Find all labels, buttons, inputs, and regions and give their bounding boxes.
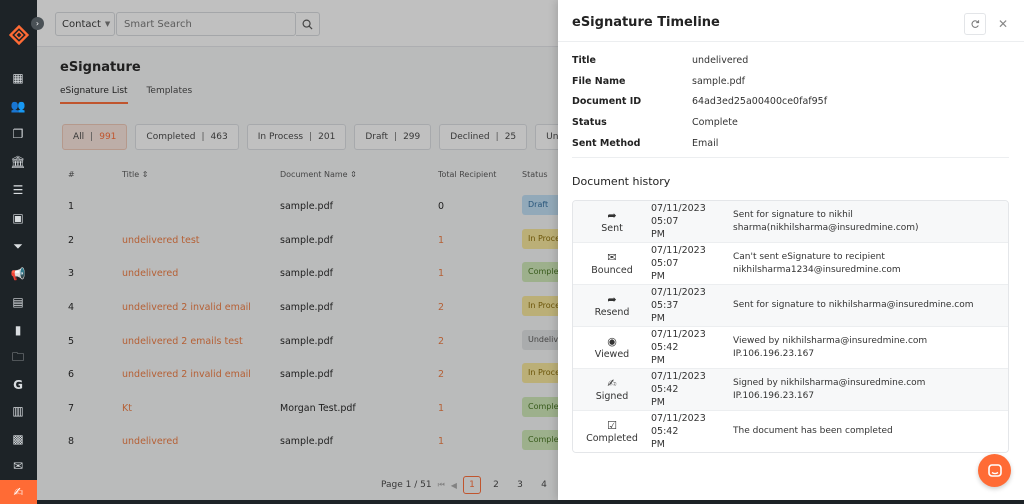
history-event-label: Resend [594,306,630,318]
info-label: File Name [572,75,626,87]
history-ampm: PM [651,229,665,240]
drawer-title: eSignature Timeline [572,15,720,30]
info-row-title: Title undelivered [572,50,1009,71]
history-description: Sent for signature to nikhilsharma@insur… [733,300,974,310]
history-item: ✉ Bounced 07/11/2023 05:07 PM Can't sent eSi… [573,243,1008,285]
refresh-icon [971,20,980,28]
calendar-icon[interactable]: ▩ [10,431,26,447]
refresh-button[interactable] [964,13,986,35]
bank-icon[interactable]: 🏛 [10,154,26,170]
history-description: Sent for signature to nikhil sharma(nikh… [733,209,919,233]
share-arrow-icon: ➦ [607,208,617,222]
history-ampm: PM [651,271,665,282]
folder-icon[interactable]: 🗀 [10,350,26,366]
history-item: ➦ Resend 07/11/2023 05:37 PM Sent for signat… [573,285,1008,327]
history-event-label: Signed [595,390,629,402]
history-event: ☑ Completed [573,418,651,444]
mail-icon[interactable]: ✉ [10,458,26,474]
history-description: Signed by nikhilsharma@insuredmine.com I… [733,377,926,401]
signature-icon: ✍ [607,376,617,390]
info-row-file-name: File Name sample.pdf [572,71,1009,92]
info-value: Complete [692,117,738,129]
esignature-timeline-drawer: eSignature Timeline ✕ Title undelivered F… [558,0,1024,500]
documents-icon[interactable]: ❐ [10,126,26,142]
chat-icon [987,463,1002,477]
envelope-bounce-icon: ✉ [607,250,617,264]
app-window: Contact ▼ eSignature eSignature List Tem… [0,0,1024,504]
esignature-nav-icon[interactable]: ✍ [0,480,37,504]
history-event-label: Viewed [594,348,630,360]
history-date: 07/11/2023 05:07 [651,203,706,227]
history-date: 07/11/2023 05:42 [651,371,706,395]
info-label: Sent Method [572,138,641,150]
history-item: ➦ Sent 07/11/2023 05:07 PM Sent for signatur… [573,201,1008,243]
divider [558,41,1024,42]
history-description: Can't sent eSignature to recipient nikhi… [733,251,901,275]
check-circle-icon: ☑ [607,418,617,432]
filter-icon[interactable]: ⏷ [10,238,26,254]
document-info: Title undelivered File Name sample.pdf Doc… [572,50,1009,154]
google-icon[interactable]: G [10,377,26,393]
history-ampm: PM [651,439,665,450]
history-timestamp: 07/11/2023 05:42 PM [651,370,733,409]
info-label: Document ID [572,96,642,108]
share-arrow-icon: ➦ [607,292,617,306]
expand-sidebar-icon[interactable]: › [31,17,44,30]
close-icon: ✕ [997,17,1009,31]
megaphone-icon[interactable]: 📢 [10,266,26,282]
history-event-label: Sent [601,222,623,234]
history-timestamp: 07/11/2023 05:42 PM [651,328,733,367]
contacts-icon[interactable]: 👥 [10,98,26,114]
history-event-label: Bounced [591,264,633,276]
document-history-list: ➦ Sent 07/11/2023 05:07 PM Sent for signatur… [572,200,1009,453]
forms-icon[interactable]: ▥ [10,403,26,419]
history-timestamp: 07/11/2023 05:07 PM [651,244,733,283]
info-value: sample.pdf [692,75,745,87]
history-event: ➦ Resend [573,292,651,318]
chat-button[interactable] [978,454,1011,487]
info-label: Status [572,117,607,129]
history-date: 07/11/2023 05:07 [651,245,706,269]
history-timestamp: 07/11/2023 05:42 PM [651,412,733,451]
history-timestamp: 07/11/2023 05:07 PM [651,202,733,241]
left-sidebar: ▦ 👥 ❐ 🏛 ☰ ▣ ⏷ 📢 ▤ ▮ 🗀 G ▥ ▩ ✉ ✍ [0,0,37,504]
history-date: 07/11/2023 05:42 [651,413,706,437]
list-icon[interactable]: ☰ [10,182,26,198]
notes-icon[interactable]: ▤ [10,294,26,310]
history-event: ✉ Bounced [573,250,651,276]
reports-icon[interactable]: ▮ [10,322,26,338]
history-title: Document history [572,175,671,188]
history-item: ✍ Signed 07/11/2023 05:42 PM Signed by nikhi… [573,369,1008,411]
info-value: Email [692,138,719,150]
history-ampm: PM [651,355,665,366]
info-value: 64ad3ed25a00400ce0faf95f [692,96,828,108]
history-ampm: PM [651,397,665,408]
history-ampm: PM [651,313,665,324]
info-row-document-id: Document ID 64ad3ed25a00400ce0faf95f [572,92,1009,113]
info-row-status: Status Complete [572,112,1009,133]
history-item: ☑ Completed 07/11/2023 05:42 PM The document… [573,411,1008,452]
info-label: Title [572,54,596,66]
history-event-label: Completed [586,432,638,444]
divider [572,157,1009,158]
history-date: 07/11/2023 05:42 [651,329,706,353]
contact-card-icon[interactable]: ▣ [10,210,26,226]
history-description: Viewed by nikhilsharma@insuredmine.com I… [733,335,928,359]
history-timestamp: 07/11/2023 05:37 PM [651,286,733,325]
history-date: 07/11/2023 05:37 [651,287,706,311]
dashboard-icon[interactable]: ▦ [10,70,26,86]
history-event: ✍ Signed [573,376,651,402]
app-logo [9,25,29,45]
info-value: undelivered [692,54,749,66]
history-event: ➦ Sent [573,208,651,234]
info-row-sent-method: Sent Method Email [572,133,1009,154]
history-event: ◉ Viewed [573,334,651,360]
close-button[interactable]: ✕ [992,13,1014,35]
eye-icon: ◉ [607,334,617,348]
history-description: The document has been completed [733,426,893,436]
history-item: ◉ Viewed 07/11/2023 05:42 PM Viewed by nikhi… [573,327,1008,369]
